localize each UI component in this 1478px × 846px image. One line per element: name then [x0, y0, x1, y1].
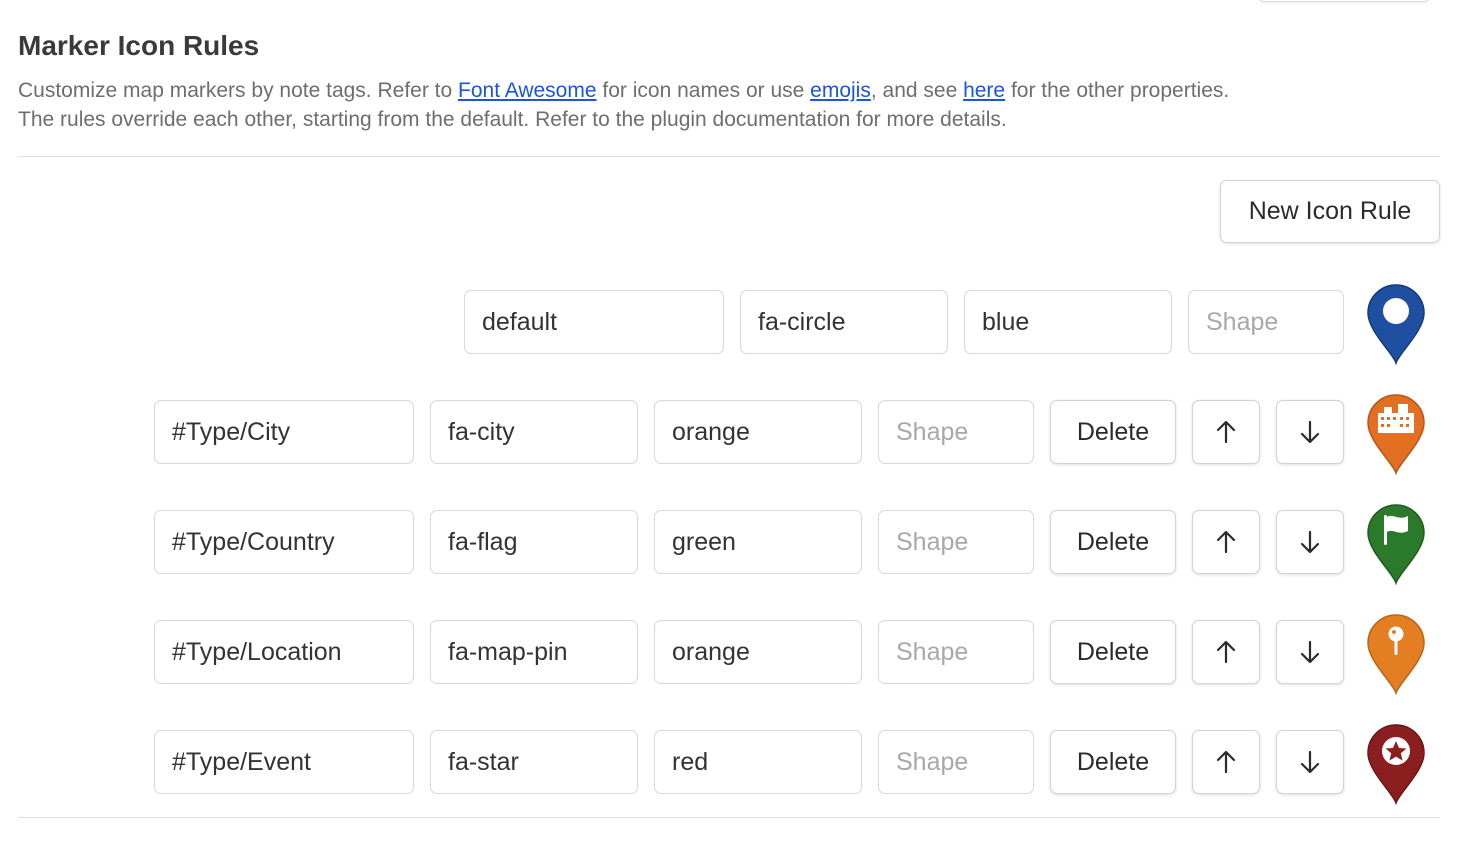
rule-tag-input[interactable] [154, 730, 414, 794]
city-marker-preview [1366, 393, 1426, 475]
move-down-button[interactable] [1276, 400, 1344, 464]
default-tag-input[interactable] [464, 290, 724, 354]
arrow-down-icon [1300, 750, 1320, 774]
circle-icon [1383, 298, 1409, 324]
divider-bottom [18, 817, 1440, 818]
rule-tag-input[interactable] [154, 400, 414, 464]
rule-color-input[interactable] [654, 510, 862, 574]
rule-color-input[interactable] [654, 730, 862, 794]
default-marker-preview [1366, 283, 1426, 365]
rule-shape-input[interactable] [878, 510, 1034, 574]
arrow-down-icon [1300, 640, 1320, 664]
rule-color-input[interactable] [654, 400, 862, 464]
arrow-up-icon [1216, 530, 1236, 554]
description-line-1: Customize map markers by note tags. Refe… [18, 76, 1438, 105]
default-color-input[interactable] [964, 290, 1172, 354]
here-link[interactable]: here [963, 79, 1005, 102]
marker-preview-icon [1367, 394, 1425, 475]
previous-section-button-edge[interactable] [1258, 0, 1430, 2]
marker-preview-icon [1367, 614, 1425, 695]
move-up-button[interactable] [1192, 400, 1260, 464]
delete-rule-button[interactable]: Delete [1050, 510, 1176, 574]
rule-shape-input[interactable] [878, 620, 1034, 684]
move-up-button[interactable] [1192, 730, 1260, 794]
move-up-button[interactable] [1192, 510, 1260, 574]
marker-preview-icon [1367, 504, 1425, 585]
description-text: Customize map markers by note tags. Refe… [18, 79, 459, 102]
arrow-up-icon [1216, 420, 1236, 444]
marker-icon-rules-settings: Marker Icon Rules Customize map markers … [0, 0, 1478, 846]
arrow-up-icon [1216, 640, 1236, 664]
delete-rule-button[interactable]: Delete [1050, 400, 1176, 464]
emojis-link[interactable]: emojis [810, 79, 871, 102]
description-line-2: The rules override each other, starting … [18, 108, 1007, 131]
section-title: Marker Icon Rules [18, 30, 260, 61]
arrow-down-icon [1300, 420, 1320, 444]
rule-color-input[interactable] [654, 620, 862, 684]
delete-rule-button[interactable]: Delete [1050, 730, 1176, 794]
marker-preview-icon [1367, 284, 1425, 365]
rule-icon-input[interactable] [430, 400, 638, 464]
move-down-button[interactable] [1276, 510, 1344, 574]
description-text: for the other properties. [1005, 79, 1230, 102]
rule-icon-input[interactable] [430, 730, 638, 794]
default-shape-input[interactable] [1188, 290, 1344, 354]
description-text: for icon names or use [596, 79, 811, 102]
divider-top [18, 156, 1440, 157]
delete-rule-button[interactable]: Delete [1050, 620, 1176, 684]
section-description: Customize map markers by note tags. Refe… [18, 76, 1438, 134]
new-icon-rule-button[interactable]: New Icon Rule [1220, 180, 1440, 243]
location-marker-preview [1366, 613, 1426, 695]
rule-shape-input[interactable] [878, 400, 1034, 464]
marker-preview-icon [1367, 724, 1425, 805]
move-up-button[interactable] [1192, 620, 1260, 684]
rule-tag-input[interactable] [154, 620, 414, 684]
move-down-button[interactable] [1276, 620, 1344, 684]
rule-tag-input[interactable] [154, 510, 414, 574]
arrow-up-icon [1216, 750, 1236, 774]
country-marker-preview [1366, 503, 1426, 585]
rule-icon-input[interactable] [430, 620, 638, 684]
arrow-down-icon [1300, 530, 1320, 554]
rule-shape-input[interactable] [878, 730, 1034, 794]
event-marker-preview [1366, 723, 1426, 805]
description-text: , and see [870, 79, 964, 102]
font-awesome-link[interactable]: Font Awesome [458, 79, 597, 102]
default-icon-input[interactable] [740, 290, 948, 354]
move-down-button[interactable] [1276, 730, 1344, 794]
rule-icon-input[interactable] [430, 510, 638, 574]
